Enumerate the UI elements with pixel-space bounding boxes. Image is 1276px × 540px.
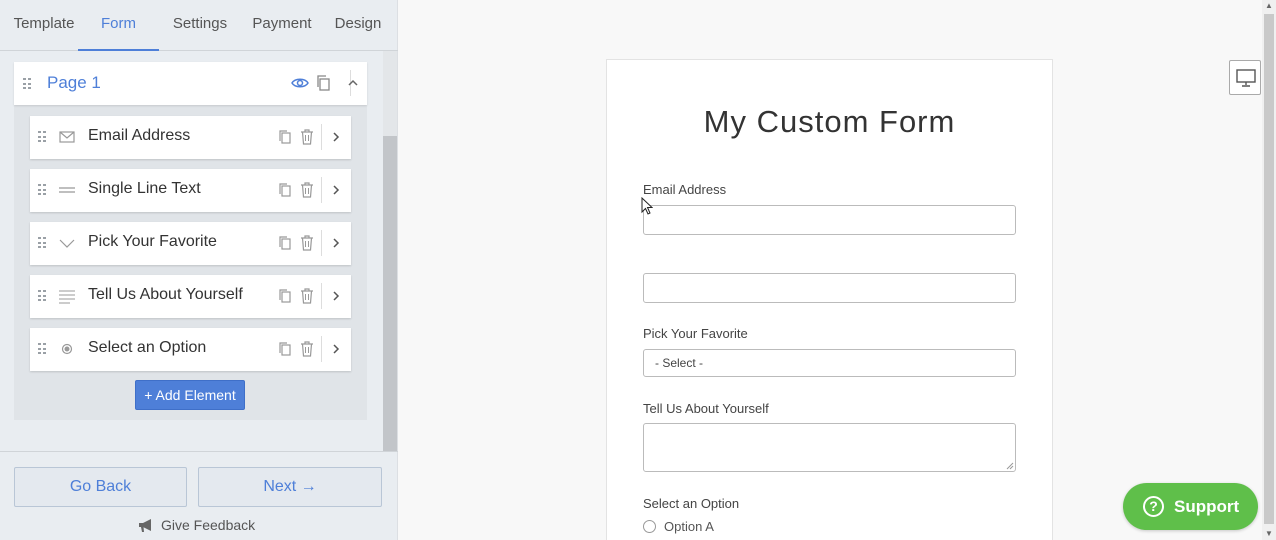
- trash-icon[interactable]: [300, 235, 314, 251]
- pick-favorite-select[interactable]: - Select -: [643, 349, 1016, 377]
- desktop-view-button[interactable]: [1229, 60, 1261, 95]
- form-title: My Custom Form: [703, 104, 956, 139]
- next-button[interactable]: Next →: [198, 467, 382, 507]
- single-line-text-field[interactable]: [643, 273, 1016, 303]
- tab-form[interactable]: Form: [78, 0, 159, 51]
- drag-handle-icon[interactable]: [38, 290, 46, 302]
- select-option-label: Select an Option: [643, 496, 740, 511]
- monitor-icon: [1236, 69, 1256, 87]
- duplicate-icon[interactable]: [278, 235, 292, 251]
- drag-handle-icon[interactable]: [38, 184, 46, 196]
- duplicate-icon[interactable]: [278, 129, 292, 145]
- panel-scrollbar-thumb[interactable]: [383, 136, 397, 451]
- divider: [321, 124, 322, 150]
- feedback-label: Give Feedback: [161, 517, 256, 533]
- scroll-up-arrow-icon[interactable]: ▲: [1265, 2, 1273, 10]
- lines-icon: [59, 187, 75, 193]
- page-header[interactable]: Page 1: [14, 62, 367, 105]
- preview-scrollbar-thumb[interactable]: [1264, 14, 1274, 524]
- element-card-tell-us[interactable]: Tell Us About Yourself: [30, 275, 351, 318]
- page-title: Page 1: [47, 73, 101, 92]
- builder-panel: Template Form Settings Payment Design Pa…: [0, 0, 398, 540]
- support-button[interactable]: ? Support: [1123, 483, 1258, 530]
- eye-icon[interactable]: [291, 74, 309, 92]
- duplicate-icon[interactable]: [278, 288, 292, 304]
- drag-handle-icon[interactable]: [23, 78, 31, 90]
- duplicate-icon[interactable]: [278, 182, 292, 198]
- mouse-cursor-icon: [641, 197, 653, 215]
- chevron-right-icon[interactable]: [330, 183, 342, 197]
- chevron-right-icon[interactable]: [330, 342, 342, 356]
- option-a-radio[interactable]: [643, 520, 656, 533]
- trash-icon[interactable]: [300, 341, 314, 357]
- element-label: Single Line Text: [88, 180, 201, 197]
- tab-payment[interactable]: Payment: [243, 0, 321, 51]
- trash-icon[interactable]: [300, 129, 314, 145]
- chevron-right-icon[interactable]: [330, 130, 342, 144]
- element-label: Select an Option: [88, 339, 207, 356]
- drag-handle-icon[interactable]: [38, 343, 46, 355]
- add-element-button[interactable]: + Add Element: [135, 380, 245, 410]
- tab-template[interactable]: Template: [0, 0, 88, 51]
- tell-us-label: Tell Us About Yourself: [643, 401, 769, 416]
- resize-handle-icon[interactable]: [1006, 462, 1014, 470]
- drag-handle-icon[interactable]: [38, 131, 46, 143]
- divider: [321, 336, 322, 362]
- element-label: Email Address: [88, 127, 191, 144]
- divider: [321, 230, 322, 256]
- scroll-down-arrow-icon[interactable]: ▼: [1265, 530, 1273, 538]
- element-card-select-option[interactable]: Select an Option: [30, 328, 351, 371]
- option-a-label: Option A: [664, 519, 714, 534]
- element-label: Pick Your Favorite: [88, 233, 217, 250]
- email-field-label: Email Address: [643, 182, 727, 197]
- chevron-right-icon[interactable]: [330, 289, 342, 303]
- element-card-email[interactable]: Email Address: [30, 116, 351, 159]
- drag-handle-icon[interactable]: [38, 237, 46, 249]
- tab-design[interactable]: Design: [324, 0, 392, 51]
- element-label: Tell Us About Yourself: [88, 286, 243, 303]
- support-label: Support: [1174, 497, 1240, 516]
- go-back-button[interactable]: Go Back: [14, 467, 187, 507]
- paragraph-icon: [59, 290, 75, 304]
- tab-bar: Template Form Settings Payment Design: [0, 0, 398, 51]
- envelope-icon: [59, 131, 75, 143]
- duplicate-icon[interactable]: [278, 341, 292, 357]
- element-card-pick-favorite[interactable]: Pick Your Favorite: [30, 222, 351, 265]
- chevron-down-icon: [59, 239, 75, 248]
- chevron-up-icon[interactable]: [344, 74, 362, 92]
- preview-scrollbar[interactable]: ▲ ▼: [1262, 0, 1276, 540]
- divider: [0, 451, 398, 452]
- trash-icon[interactable]: [300, 182, 314, 198]
- pick-favorite-label: Pick Your Favorite: [643, 326, 748, 341]
- megaphone-icon: [139, 519, 151, 532]
- email-field[interactable]: [643, 205, 1016, 235]
- radio-icon: [61, 343, 73, 355]
- trash-icon[interactable]: [300, 288, 314, 304]
- duplicate-icon[interactable]: [315, 74, 333, 92]
- tab-settings[interactable]: Settings: [160, 0, 240, 51]
- question-icon: ?: [1143, 496, 1164, 517]
- divider: [321, 177, 322, 203]
- divider: [321, 283, 322, 309]
- chevron-right-icon[interactable]: [330, 236, 342, 250]
- tell-us-textarea[interactable]: [643, 423, 1016, 472]
- element-card-single-line[interactable]: Single Line Text: [30, 169, 351, 212]
